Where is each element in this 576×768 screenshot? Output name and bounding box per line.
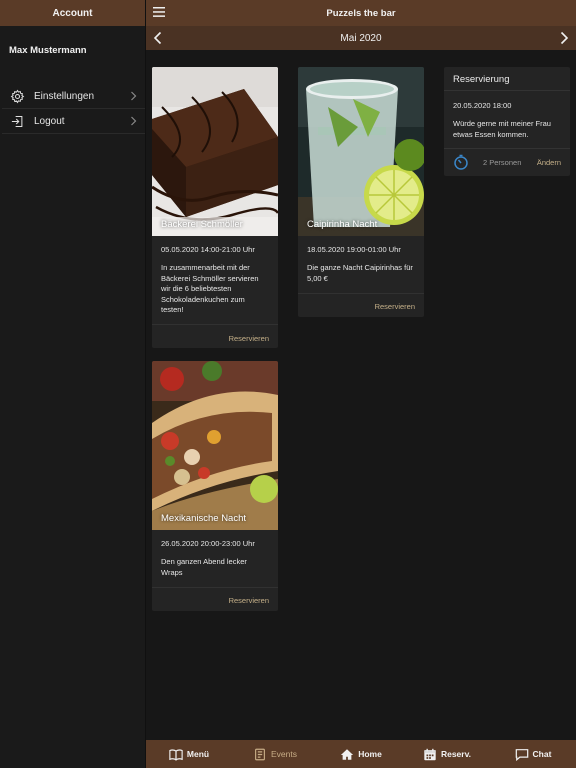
reserve-button[interactable]: Reservieren [375,302,415,311]
wrap-illustration [152,361,278,530]
month-navigator: Mai 2020 [146,26,576,50]
tab-label: Chat [532,749,552,759]
event-image-chocolate-cake: Bäckerei Schmöller [152,67,278,236]
sidebar-item-label: Logout [34,115,65,127]
event-description: Die ganze Nacht Caipirinhas für 5,00 € [307,263,413,283]
tab-chat[interactable]: Chat [490,740,576,768]
change-reservation-button[interactable]: Ändern [537,158,561,167]
reservation-persons: 2 Personen [483,158,522,167]
sidebar-item-settings[interactable]: Einstellungen [2,84,145,109]
event-title: Mexikanische Nacht [161,513,247,524]
sidebar-item-logout[interactable]: Logout [2,109,145,134]
sidebar-title: Account [0,0,145,26]
event-description: Den ganzen Abend lecker Wraps [161,557,247,577]
event-card[interactable]: Caipirinha Nacht 18.05.2020 19:00-01:00 … [298,67,424,317]
timer-icon [454,154,468,170]
chevron-right-icon [131,116,137,126]
tab-label: Reserv. [440,749,472,759]
event-title: Caipirinha Nacht [307,219,378,230]
reserve-button[interactable]: Reservieren [229,596,269,605]
tab-reservations[interactable]: Reserv. [404,740,490,768]
divider [298,293,424,294]
reservation-footer: 2 Personen Ändern [444,148,570,176]
tab-home[interactable]: Home [318,740,404,768]
current-month: Mai 2020 [340,32,382,44]
event-card[interactable]: Mexikanische Nacht 26.05.2020 20:00-23:0… [152,361,278,611]
reservation-datetime: 20.05.2020 18:00 [453,101,512,110]
event-image-wraps: Mexikanische Nacht [152,361,278,530]
chevron-right-icon [131,91,137,101]
event-date: 26.05.2020 20:00-23:00 Uhr [161,539,255,548]
sidebar-item-label: Einstellungen [34,90,95,102]
account-sidebar: Account Max Mustermann Einstellungen Log… [0,0,146,768]
divider [152,587,278,588]
divider [152,324,278,325]
reservation-card: Reservierung 20.05.2020 18:00 Würde gern… [444,67,570,176]
reservation-heading: Reservierung [444,67,570,91]
event-date: 05.05.2020 14:00-21:00 Uhr [161,245,255,254]
tab-label: Events [271,749,297,759]
app-title: Puzzels the bar [326,7,396,19]
events-main: Puzzels the bar Mai 2020 Bäckerei Schmöl… [146,0,576,768]
chat-icon [515,748,528,761]
next-month-button[interactable] [559,31,569,45]
bottom-tab-bar: Menü Events Home Reserv. Chat [146,740,576,768]
gear-icon [10,89,25,103]
user-name: Max Mustermann [9,45,87,56]
chocolate-cake-illustration [152,67,278,236]
tab-label: Home [358,749,382,759]
event-card[interactable]: Bäckerei Schmöller 05.05.2020 14:00-21:0… [152,67,278,348]
home-icon [341,748,354,760]
event-description: In zusammenarbeit mit der Bäckerei Schmö… [161,263,259,315]
previous-month-button[interactable] [153,31,163,45]
hamburger-menu-icon[interactable] [153,7,165,17]
caipirinha-illustration [298,67,424,236]
calendar-icon [424,748,436,760]
top-bar: Puzzels the bar [146,0,576,26]
tab-menu[interactable]: Menü [146,740,232,768]
document-icon [255,748,265,760]
event-image-caipirinha: Caipirinha Nacht [298,67,424,236]
reservation-message: Würde gerne mit meiner Frau etwas Essen … [453,119,551,139]
event-title: Bäckerei Schmöller [161,219,243,230]
tab-label: Menü [186,749,210,759]
book-icon [169,748,183,761]
event-date: 18.05.2020 19:00-01:00 Uhr [307,245,401,254]
tab-events[interactable]: Events [232,740,318,768]
reserve-button[interactable]: Reservieren [229,334,269,343]
logout-icon [11,115,23,127]
